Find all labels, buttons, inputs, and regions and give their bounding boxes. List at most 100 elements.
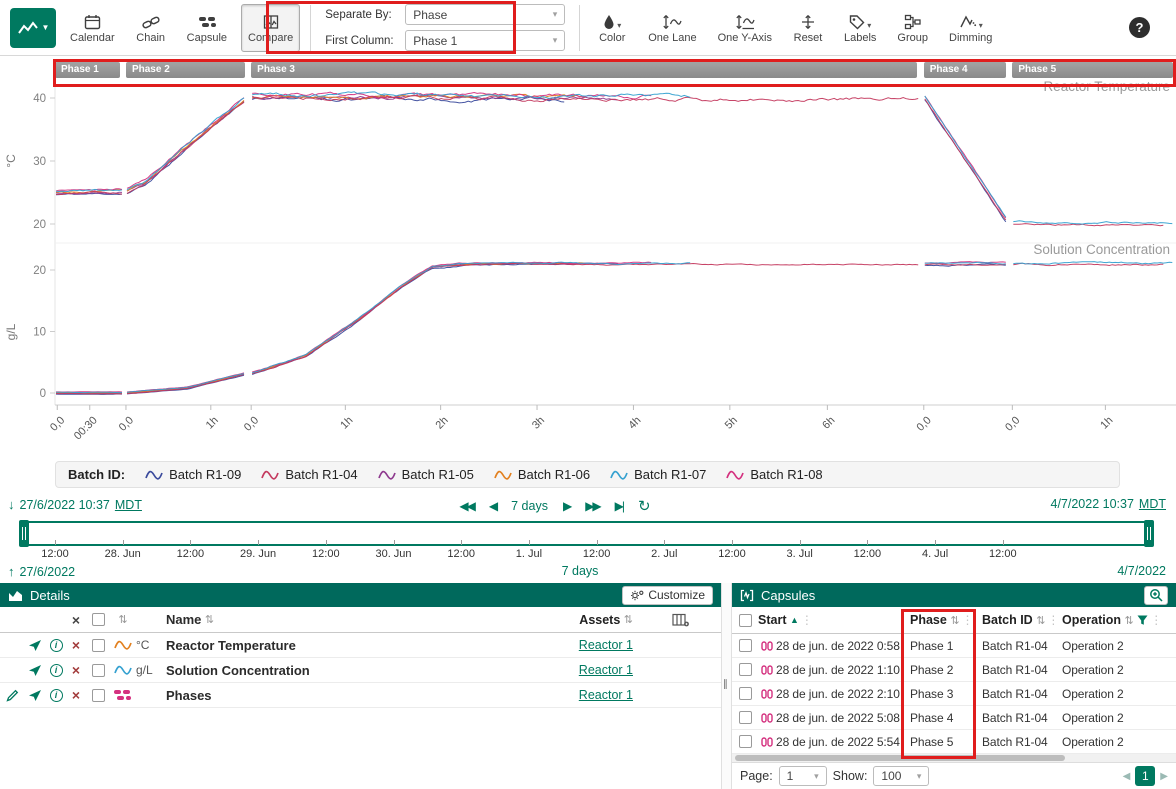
details-row[interactable]: i× Phases Reactor 1	[0, 683, 721, 708]
dimming-button[interactable]: ▾ Dimming	[942, 4, 999, 52]
timebar-left-handle[interactable]	[19, 520, 29, 547]
capsule-checkbox[interactable]	[739, 687, 752, 700]
one-lane-button[interactable]: One Lane	[641, 4, 703, 52]
chain-button[interactable]: Chain	[129, 4, 173, 52]
item-name[interactable]: Reactor Temperature	[166, 638, 539, 653]
customize-button[interactable]: Customize	[622, 586, 713, 605]
capsule-button[interactable]: Capsule	[180, 4, 234, 52]
item-name[interactable]: Solution Concentration	[166, 663, 539, 678]
table-columns-icon[interactable]	[672, 613, 689, 627]
capsule-checkbox[interactable]	[739, 711, 752, 724]
capsule-row[interactable]: 28 de jun. de 2022 5:54Phase 5Batch R1-0…	[732, 730, 1176, 754]
legend-item[interactable]: Batch R1-07	[610, 467, 706, 482]
labels-button[interactable]: ▾ Labels	[837, 4, 883, 52]
one-y-axis-button[interactable]: One Y-Axis	[711, 4, 779, 52]
capsule-checkbox[interactable]	[739, 639, 752, 652]
details-row[interactable]: i×g/LSolution ConcentrationReactor 1	[0, 658, 721, 683]
legend-item[interactable]: Batch R1-09	[145, 467, 241, 482]
column-menu-icon[interactable]: ⋮	[1047, 613, 1059, 627]
phase-capsule-bar[interactable]: Phase 1	[55, 62, 120, 78]
sort-icon[interactable]: ⇅	[950, 614, 959, 627]
asset-link[interactable]: Reactor 1	[579, 688, 633, 702]
range-duration[interactable]: 7 days	[511, 499, 548, 513]
go-to-now-icon[interactable]: ▶|	[615, 499, 623, 513]
phase-capsule-bar[interactable]: Phase 2	[126, 62, 245, 78]
current-page-button[interactable]: 1	[1135, 766, 1155, 786]
asset-link[interactable]: Reactor 1	[579, 638, 633, 652]
trend-chart[interactable]: 203040°CReactor Temperature01020g/LSolut…	[0, 57, 1176, 459]
separate-by-select[interactable]: Phase ▾	[405, 4, 565, 25]
reset-button[interactable]: Reset	[786, 4, 830, 52]
sort-ascending-icon[interactable]: ▲	[790, 615, 799, 625]
show-select[interactable]: 100▾	[873, 766, 929, 786]
phase-capsule-bar[interactable]: Phase 3	[251, 62, 917, 78]
start-column-header[interactable]: Start ▲⋮	[758, 613, 910, 627]
send-to-trend-icon[interactable]	[28, 689, 42, 702]
phase-capsule-bar[interactable]: Phase 5	[1012, 62, 1173, 78]
select-all-capsules-checkbox[interactable]	[739, 614, 752, 627]
skip-back-icon[interactable]: ◀◀	[459, 499, 473, 513]
row-checkbox[interactable]	[92, 689, 105, 702]
step-back-icon[interactable]: ◀	[489, 499, 496, 513]
batch-id-column-header[interactable]: Batch ID ⇅⋮	[982, 613, 1062, 627]
group-button[interactable]: Group	[890, 4, 935, 52]
info-icon[interactable]: i	[50, 689, 63, 702]
info-icon[interactable]: i	[50, 639, 63, 652]
sort-icon[interactable]: ⇅	[624, 613, 633, 626]
column-menu-icon[interactable]: ⋮	[962, 613, 974, 627]
timebar-end-date[interactable]: 4/7/2022	[1117, 564, 1166, 578]
capsule-row[interactable]: 28 de jun. de 2022 5:08Phase 4Batch R1-0…	[732, 706, 1176, 730]
capsule-row[interactable]: 28 de jun. de 2022 2:10Phase 3Batch R1-0…	[732, 682, 1176, 706]
remove-item-icon[interactable]: ×	[66, 637, 86, 653]
column-menu-icon[interactable]: ⋮	[801, 613, 813, 627]
help-button[interactable]: ?	[1129, 17, 1150, 38]
previous-page-icon[interactable]: ◀	[1123, 771, 1131, 782]
remove-item-icon[interactable]: ×	[66, 662, 86, 678]
sort-icon[interactable]: ⇅	[1125, 614, 1134, 627]
name-column-header[interactable]: Name ⇅	[166, 612, 539, 627]
legend-item[interactable]: Batch R1-06	[494, 467, 590, 482]
refresh-icon[interactable]: ↻	[638, 497, 651, 515]
phase-column-header[interactable]: Phase ⇅⋮	[910, 613, 982, 627]
filter-icon[interactable]	[1137, 615, 1148, 626]
remove-item-icon[interactable]: ×	[66, 687, 86, 703]
select-all-checkbox[interactable]	[92, 613, 105, 626]
capsule-checkbox[interactable]	[739, 735, 752, 748]
trend-chart-svg[interactable]: 203040°CReactor Temperature01020g/LSolut…	[0, 57, 1176, 459]
scrollbar-thumb[interactable]	[735, 755, 1065, 761]
calendar-button[interactable]: Calendar	[63, 4, 122, 52]
next-page-icon[interactable]: ▶	[1160, 771, 1168, 782]
color-button[interactable]: ▾ Color	[590, 4, 634, 52]
edit-icon[interactable]	[6, 689, 19, 702]
asset-link[interactable]: Reactor 1	[579, 663, 633, 677]
trend-view-logo-button[interactable]: ▼	[10, 8, 56, 48]
capsule-checkbox[interactable]	[739, 663, 752, 676]
compare-button[interactable]: Compare	[241, 4, 300, 52]
panel-splitter[interactable]: ∥	[722, 583, 731, 789]
legend-item[interactable]: Batch R1-08	[726, 467, 822, 482]
details-row[interactable]: i×°CReactor TemperatureReactor 1	[0, 633, 721, 658]
page-select[interactable]: 1▾	[779, 766, 827, 786]
item-name[interactable]: Phases	[166, 688, 539, 703]
range-end-datetime[interactable]: 4/7/2022 10:37	[1051, 497, 1134, 511]
range-end-timezone[interactable]: MDT	[1139, 497, 1166, 511]
phase-capsule-bar[interactable]: Phase 4	[924, 62, 1006, 78]
remove-all-icon[interactable]: ×	[66, 612, 86, 628]
first-column-select[interactable]: Phase 1 ▾	[405, 30, 565, 51]
legend-item[interactable]: Batch R1-04	[261, 467, 357, 482]
operation-column-header[interactable]: Operation ⇅ ⋮	[1062, 613, 1176, 627]
capsule-row[interactable]: 28 de jun. de 2022 0:58Phase 1Batch R1-0…	[732, 634, 1176, 658]
sort-icon[interactable]: ⇅	[205, 613, 214, 626]
sort-icon[interactable]: ⇅	[1036, 614, 1045, 627]
timebar-right-handle[interactable]	[1144, 520, 1154, 547]
capsule-row[interactable]: 28 de jun. de 2022 1:10Phase 2Batch R1-0…	[732, 658, 1176, 682]
row-checkbox[interactable]	[92, 664, 105, 677]
assets-column-header[interactable]: Assets ⇅	[539, 613, 639, 627]
info-icon[interactable]: i	[50, 664, 63, 677]
sort-icon[interactable]: ⇅	[110, 613, 136, 626]
send-to-trend-icon[interactable]	[28, 639, 42, 652]
column-menu-icon[interactable]: ⋮	[1150, 613, 1162, 627]
step-forward-icon[interactable]: ▶	[563, 499, 570, 513]
send-to-trend-icon[interactable]	[28, 664, 42, 677]
legend-item[interactable]: Batch R1-05	[378, 467, 474, 482]
